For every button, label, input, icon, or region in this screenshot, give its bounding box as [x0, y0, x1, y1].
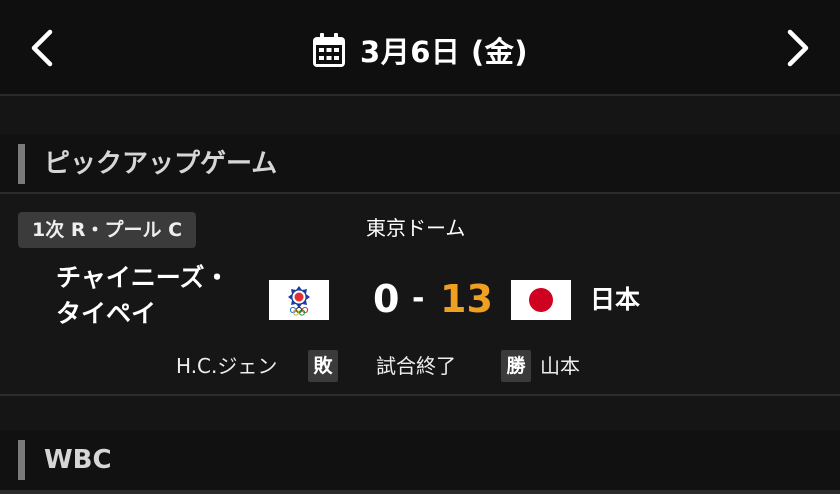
chinese-taipei-flag-icon: [269, 280, 329, 320]
away-team-name-line1: チャイニーズ・: [56, 263, 230, 292]
away-team-name: チャイニーズ・ タイペイ: [56, 260, 230, 332]
venue-name: 東京ドーム: [366, 216, 466, 240]
calendar-icon: [313, 33, 346, 67]
spacer: [0, 96, 840, 134]
current-date: 3月6日 (金): [360, 35, 528, 69]
chevron-right-icon: [787, 29, 809, 67]
score-separator: -: [412, 281, 425, 316]
date-selector[interactable]: 3月6日 (金): [0, 28, 840, 72]
divider: [0, 490, 840, 494]
date-navigation-bar: 3月6日 (金): [0, 0, 840, 96]
home-score: 13: [440, 277, 493, 321]
spacer: [0, 396, 840, 432]
loss-badge: 敗: [308, 350, 338, 382]
round-badge: 1次 R・プール C: [18, 212, 197, 248]
pickup-section-header: ピックアップゲーム: [0, 134, 840, 194]
section-marker: [18, 440, 25, 480]
losing-pitcher: H.C.ジェン: [176, 354, 278, 378]
japan-flag-icon: [511, 280, 571, 320]
winning-pitcher: 山本: [540, 354, 580, 378]
pickup-section-title: ピックアップゲーム: [44, 149, 278, 179]
win-badge: 勝: [501, 350, 531, 382]
home-team-name: 日本: [590, 285, 641, 314]
section-marker: [18, 144, 25, 184]
away-score: 0: [373, 277, 400, 321]
game-status: 試合終了: [376, 354, 456, 378]
game-card[interactable]: 1次 R・プール C 東京ドーム チャイニーズ・ タイペイ 0 - 13 日本 …: [0, 192, 840, 396]
wbc-section-title: WBC: [44, 445, 112, 475]
next-day-button[interactable]: [770, 20, 826, 76]
wbc-section-header: WBC: [0, 430, 840, 490]
away-team-name-line2: タイペイ: [56, 299, 157, 328]
